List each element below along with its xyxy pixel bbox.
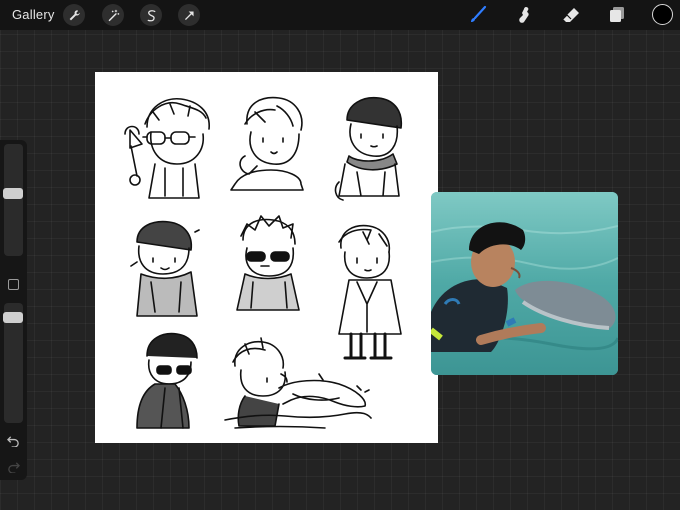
selection-icon[interactable] (140, 4, 162, 26)
drawing-canvas[interactable] (95, 72, 438, 443)
color-picker-swatch[interactable] (652, 4, 673, 25)
transform-arrow-icon[interactable] (178, 4, 200, 26)
reference-photo[interactable] (431, 192, 618, 375)
sketch-boy-with-glasses-ice-cream (124, 98, 210, 199)
sketch-boy-with-dolphin (224, 337, 372, 429)
sketch-boy-hand-on-face (230, 96, 304, 191)
opacity-thumb[interactable] (3, 311, 23, 323)
gallery-button[interactable]: Gallery (12, 7, 55, 22)
modify-button[interactable] (8, 279, 19, 290)
smudge-icon[interactable] (513, 5, 535, 25)
sketch-boy-with-beanie-jacket (130, 220, 200, 317)
sketch-boy-with-sunglasses (236, 215, 300, 311)
sketch-boy-in-suit (338, 224, 402, 360)
sketch-boy-with-beanie (334, 96, 403, 201)
undo-icon[interactable] (7, 434, 20, 447)
wrench-icon[interactable] (63, 4, 85, 26)
brush-size-slider[interactable] (4, 144, 23, 256)
eraser-icon[interactable] (560, 5, 582, 25)
sketch-boy-with-sunglasses-coat (136, 332, 198, 429)
brush-size-thumb[interactable] (3, 187, 23, 199)
brush-icon[interactable] (467, 5, 489, 25)
left-sidebar (0, 140, 27, 480)
top-toolbar: Gallery (0, 0, 680, 30)
layers-icon[interactable] (606, 5, 628, 25)
redo-icon[interactable] (7, 460, 20, 473)
magic-wand-icon[interactable] (102, 4, 124, 26)
